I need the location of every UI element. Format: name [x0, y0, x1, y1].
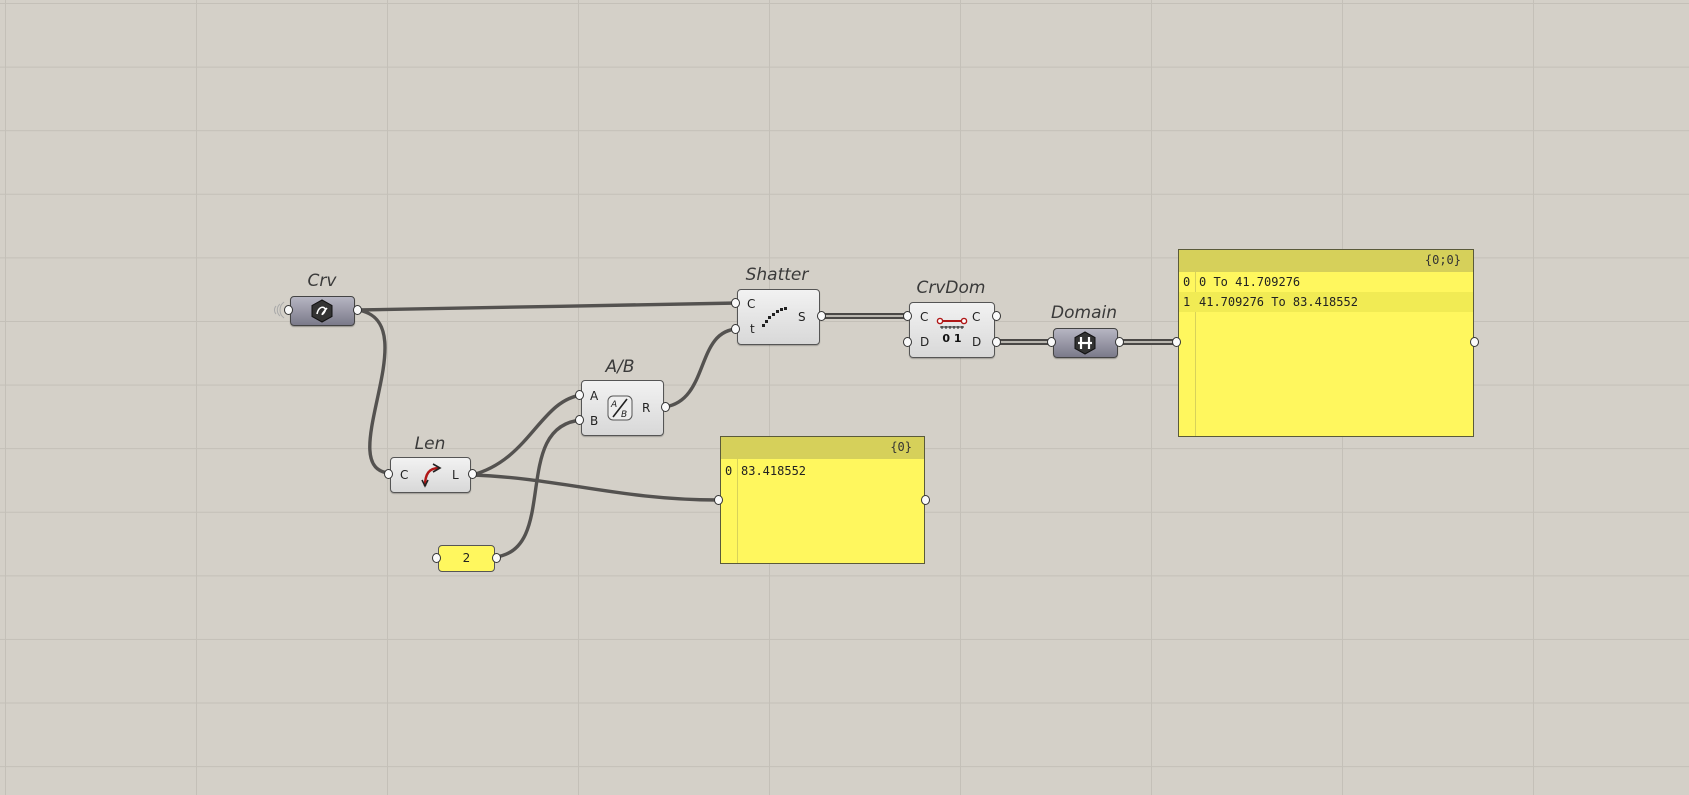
len-input-grip[interactable] [384, 469, 393, 479]
curve-domain-component[interactable]: C D 0 1 C D [909, 302, 995, 358]
crvdom-output-d-label: D [972, 335, 982, 349]
number-param-value: 2 [462, 551, 471, 565]
shatter-component[interactable]: C t S [737, 289, 820, 345]
shatter-output-grip[interactable] [817, 311, 826, 321]
length-panel-output-grip[interactable] [921, 495, 930, 505]
crvdom-input-c-label: C [920, 310, 929, 324]
length-panel-path: {0} [890, 440, 912, 454]
crvdom-input-d-label: D [920, 335, 930, 349]
wire-slider-to-divide-b [493, 418, 584, 559]
len-nickname: Len [414, 434, 446, 454]
length-panel-header: {0} [721, 437, 924, 459]
crv-output-grip[interactable] [353, 305, 362, 315]
shatter-input-t-grip[interactable] [731, 324, 740, 334]
divide-input-b-grip[interactable] [575, 415, 584, 425]
domain-panel-output-grip[interactable] [1470, 337, 1479, 347]
shatter-output-s-label: S [798, 310, 806, 324]
crv-input-grip[interactable] [284, 305, 293, 315]
length-panel[interactable]: {0} 0 83.418552 [720, 436, 925, 564]
crvdom-nickname: CrvDom [916, 278, 986, 298]
svg-text:A: A [610, 400, 617, 410]
crvdom-output-c-label: C [972, 310, 981, 324]
len-output-grip[interactable] [468, 469, 477, 479]
shatter-input-c-grip[interactable] [731, 298, 740, 308]
domain-panel-row: 1 41.709276 To 83.418552 [1179, 292, 1473, 312]
len-input-c-label: C [400, 468, 409, 482]
division-component[interactable]: A B AB R [581, 380, 664, 436]
divide-input-a-label: A [590, 389, 599, 403]
domain-output-grip[interactable] [1115, 337, 1124, 347]
crv-param[interactable] [290, 296, 355, 326]
length-panel-input-grip[interactable] [714, 495, 723, 505]
divide-input-a-grip[interactable] [575, 390, 584, 400]
wire-divide-to-shatter-t [663, 327, 740, 409]
row-value: 83.418552 [741, 464, 807, 478]
row-index: 0 [725, 464, 733, 478]
crvdom-output-d-grip[interactable] [992, 337, 1001, 347]
len-output-l-label: L [452, 468, 459, 482]
number-param[interactable]: 2 [438, 545, 495, 572]
length-icon [419, 462, 443, 492]
shatter-nickname: Shatter [745, 265, 809, 285]
domain-panel-path: {0;0} [1424, 253, 1461, 267]
wire-len-to-divide-a [470, 393, 584, 477]
domain-param-icon [1073, 331, 1097, 359]
divide-output-grip[interactable] [661, 402, 670, 412]
row-value: 41.709276 To 83.418552 [1199, 295, 1358, 309]
domain-panel[interactable]: {0;0} 0 0 To 41.709276 1 41.709276 To 83… [1178, 249, 1474, 437]
domain-input-grip[interactable] [1047, 337, 1056, 347]
wire-crv-to-len [355, 308, 392, 475]
divide-input-b-label: B [590, 414, 599, 428]
domain-panel-row: 0 0 To 41.709276 [1179, 272, 1473, 292]
domain-panel-header: {0;0} [1179, 250, 1473, 272]
divide-nickname: A/B [605, 357, 635, 377]
crvdom-input-c-grip[interactable] [903, 311, 912, 321]
curve-param-icon [310, 299, 334, 327]
crvdom-output-c-grip[interactable] [992, 311, 1001, 321]
domain-param[interactable] [1053, 328, 1118, 358]
curve-domain-icon: 0 1 [935, 313, 969, 349]
row-index: 1 [1183, 295, 1191, 309]
row-value: 0 To 41.709276 [1199, 275, 1301, 289]
domain-nickname: Domain [1051, 303, 1117, 323]
crvdom-icon-text: 0 1 [942, 332, 961, 345]
length-component[interactable]: C L [390, 457, 471, 493]
shatter-input-t-label: t [750, 322, 755, 336]
wire-crv-to-shatter [355, 301, 740, 312]
svg-text:B: B [621, 410, 627, 420]
number-input-grip[interactable] [432, 553, 441, 563]
divide-output-r-label: R [642, 401, 651, 415]
shatter-icon [760, 300, 790, 334]
number-output-grip[interactable] [492, 553, 501, 563]
length-panel-row: 0 83.418552 [721, 461, 924, 481]
crvdom-input-d-grip[interactable] [903, 337, 912, 347]
crv-nickname: Crv [307, 271, 337, 291]
row-index: 0 [1183, 275, 1191, 289]
domain-panel-input-grip[interactable] [1172, 337, 1181, 347]
wire-len-to-panel [470, 473, 720, 502]
division-icon: AB [607, 395, 633, 425]
shatter-input-c-label: C [747, 297, 756, 311]
